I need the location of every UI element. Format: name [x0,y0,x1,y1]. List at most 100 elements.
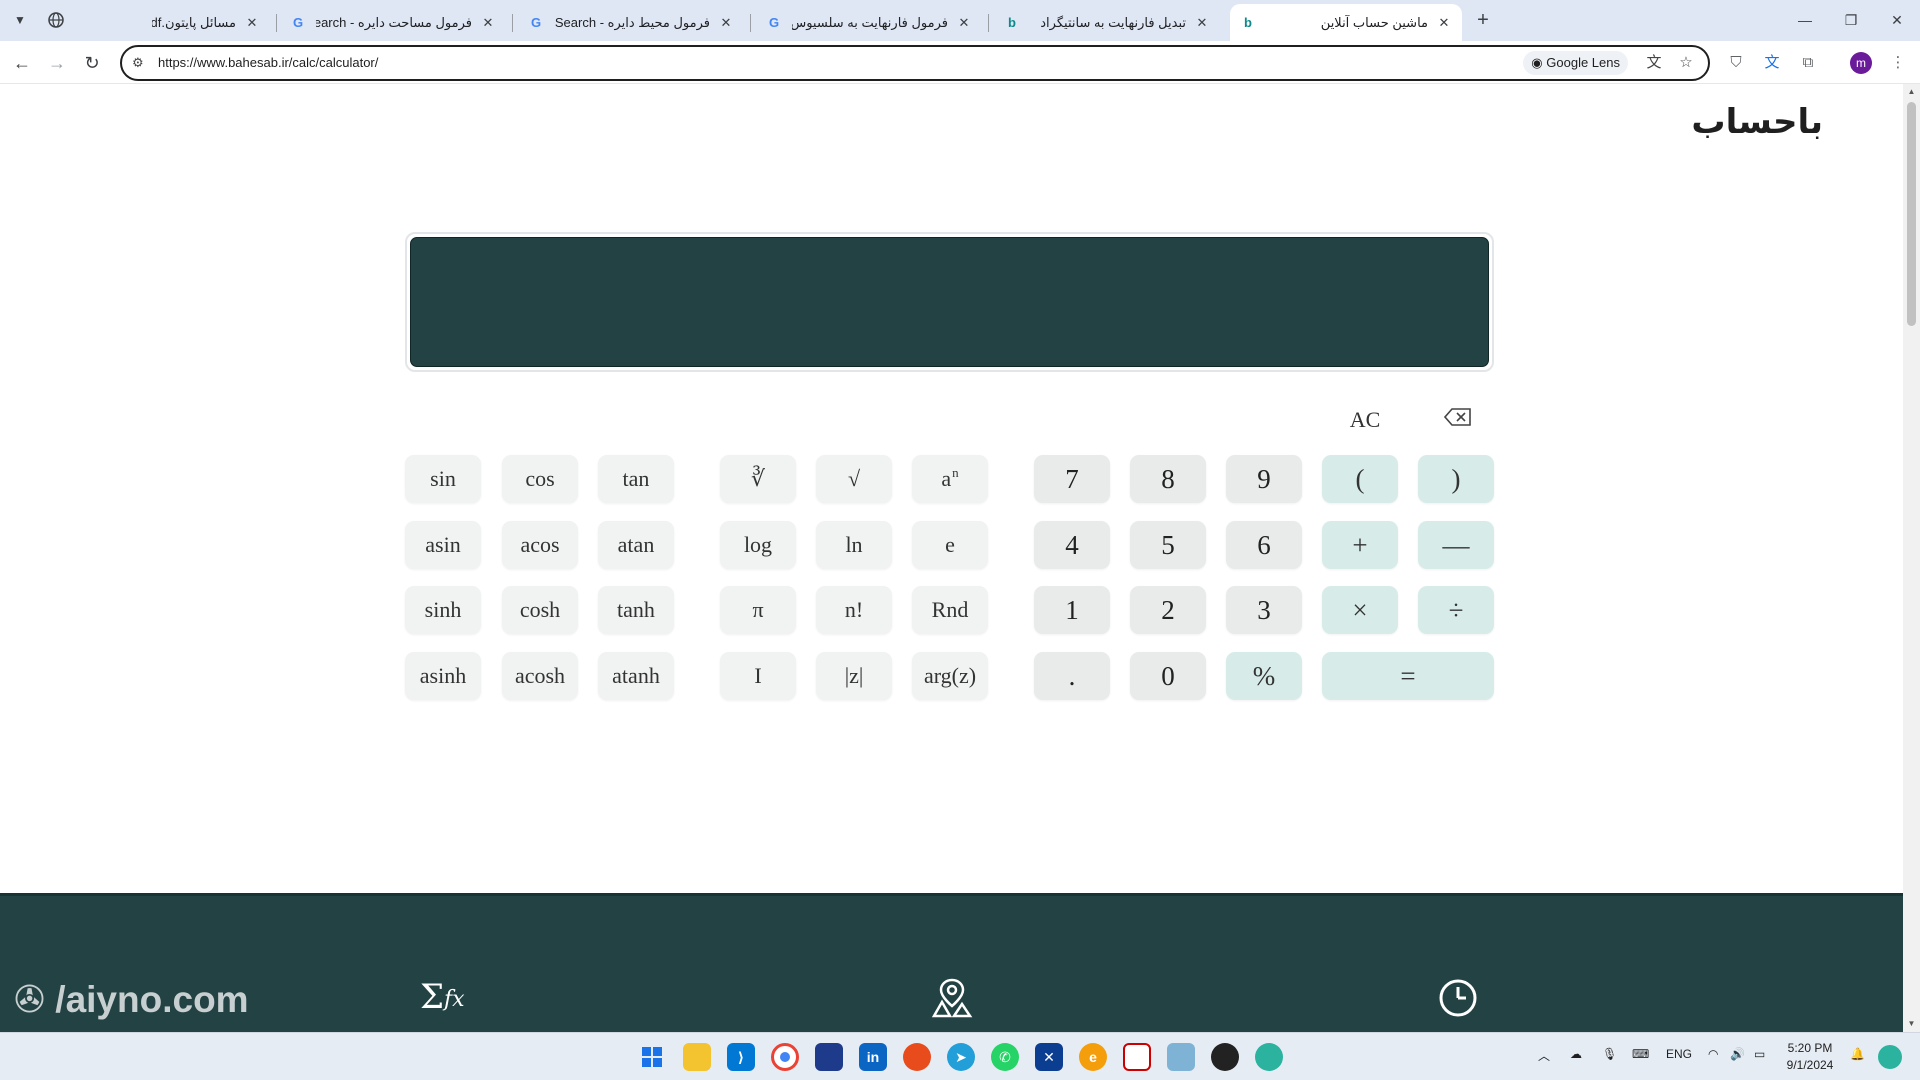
more-menu-icon[interactable]: ⋮ [1886,51,1910,75]
key-atanh[interactable]: atanh [598,652,674,700]
key-0[interactable]: 0 [1130,652,1206,700]
app-dark-icon[interactable] [1211,1043,1239,1071]
key-factorial[interactable]: n! [816,586,892,634]
whatsapp-icon[interactable]: ✆ [991,1043,1019,1071]
site-info-icon[interactable]: ⚙ [132,55,150,73]
calculator-display[interactable] [410,237,1489,367]
tab-f-to-c[interactable]: G فرمول فارنهایت به سلسیوس - Search ✕ [756,4,982,41]
app-teal-icon[interactable] [1255,1043,1283,1071]
photos-icon[interactable] [815,1043,843,1071]
close-icon[interactable]: ✕ [718,15,734,31]
key-pi[interactable]: π [720,586,796,634]
google-lens-button[interactable]: ◉ Google Lens [1523,51,1628,75]
clock-icon[interactable] [1436,976,1480,1020]
close-icon[interactable]: ✕ [1436,15,1452,31]
microphone-icon[interactable]: 🎙 [1602,1047,1617,1061]
key-8[interactable]: 8 [1130,455,1206,503]
key-percent[interactable]: % [1226,652,1302,700]
forward-button[interactable]: → [43,49,71,77]
app-yellow-icon[interactable]: e [1079,1043,1107,1071]
close-window-button[interactable]: ✕ [1882,8,1912,32]
start-button[interactable] [638,1043,666,1071]
key-minus[interactable]: — [1418,521,1494,569]
vscode-icon[interactable]: ⟩ [727,1043,755,1071]
close-icon[interactable]: ✕ [244,15,260,31]
page-scrollbar[interactable]: ▲ ▼ [1903,84,1920,1032]
key-cube-root[interactable]: ∛ [720,455,796,503]
tab-online-calculator[interactable]: b ماشین حساب آنلاین ✕ [1230,4,1462,41]
linkedin-icon[interactable]: in [859,1043,887,1071]
key-equals[interactable]: = [1322,652,1494,700]
formula-icon[interactable]: Σfx [420,976,465,1020]
close-icon[interactable]: ✕ [1194,15,1210,31]
key-cosh[interactable]: cosh [502,586,578,634]
key-1[interactable]: 1 [1034,586,1110,634]
key-sinh[interactable]: sinh [405,586,481,634]
minimize-button[interactable]: — [1790,8,1820,32]
battery-icon[interactable]: ▭ [1754,1047,1765,1061]
chrome-icon[interactable] [771,1043,799,1071]
map-pin-icon[interactable] [930,976,974,1020]
app-blue-icon[interactable]: ✕ [1035,1043,1063,1071]
copilot-icon[interactable] [1878,1045,1902,1069]
wifi-icon[interactable]: ◠ [1708,1047,1718,1061]
tab-circle-perimeter[interactable]: G فرمول محیط دایره - Google Search ✕ [518,4,744,41]
key-close-paren[interactable]: ) [1418,455,1494,503]
key-asinh[interactable]: asinh [405,652,481,700]
tab-circle-area[interactable]: G فرمول مساحت دایره - Google Search ✕ [280,4,506,41]
key-imaginary[interactable]: I [720,652,796,700]
back-button[interactable]: ← [8,49,36,77]
tab-f-to-centigrade[interactable]: b تبدیل فارنهایت به سانتیگراد ✕ [994,4,1220,41]
address-bar[interactable]: ⚙ https://www.bahesab.ir/calc/calculator… [120,45,1710,81]
url-text[interactable]: https://www.bahesab.ir/calc/calculator/ [158,55,378,70]
key-asin[interactable]: asin [405,521,481,569]
notification-bell-icon[interactable]: 🔔 [1850,1047,1865,1061]
system-clock[interactable]: 5:20 PM 9/1/2024 [1772,1040,1848,1074]
key-6[interactable]: 6 [1226,521,1302,569]
cloud-icon[interactable]: ☁ [1570,1047,1582,1061]
key-square-root[interactable]: √ [816,455,892,503]
app-orange-icon[interactable] [903,1043,931,1071]
key-absolute[interactable]: |z| [816,652,892,700]
keyboard-icon[interactable]: ⌨ [1632,1047,1649,1061]
profile-avatar[interactable]: m [1850,52,1872,74]
close-icon[interactable]: ✕ [480,15,496,31]
key-7[interactable]: 7 [1034,455,1110,503]
input-language[interactable]: ENG [1666,1047,1692,1061]
key-2[interactable]: 2 [1130,586,1206,634]
file-explorer-icon[interactable] [683,1043,711,1071]
key-cos[interactable]: cos [502,455,578,503]
app-monitor-icon[interactable] [1167,1043,1195,1071]
volume-icon[interactable]: 🔊 [1730,1047,1745,1061]
tray-overflow-icon[interactable]: ︿ [1538,1047,1550,1064]
key-4[interactable]: 4 [1034,521,1110,569]
key-sin[interactable]: sin [405,455,481,503]
telegram-icon[interactable]: ➤ [947,1043,975,1071]
scroll-down-arrow[interactable]: ▼ [1903,1016,1920,1032]
key-e[interactable]: e [912,521,988,569]
key-acosh[interactable]: acosh [502,652,578,700]
key-power[interactable]: an [912,455,988,503]
app-red-icon[interactable] [1123,1043,1151,1071]
shield-extension-icon[interactable]: ⛉ [1724,51,1748,75]
restore-button[interactable]: ❐ [1836,8,1866,32]
new-tab-button[interactable]: + [1470,8,1496,34]
key-tanh[interactable]: tanh [598,586,674,634]
pinned-tab[interactable] [44,8,68,32]
translate-extension-icon[interactable]: 文 [1760,51,1784,75]
key-acos[interactable]: acos [502,521,578,569]
close-icon[interactable]: ✕ [956,15,972,31]
backspace-button[interactable] [1440,402,1476,438]
reload-button[interactable]: ↻ [78,49,106,77]
site-logo[interactable]: باحساب [1691,102,1823,142]
key-9[interactable]: 9 [1226,455,1302,503]
key-3[interactable]: 3 [1226,586,1302,634]
key-atan[interactable]: atan [598,521,674,569]
puzzle-extensions-icon[interactable]: ⧉ [1796,51,1820,75]
scroll-up-arrow[interactable]: ▲ [1903,84,1920,100]
key-tan[interactable]: tan [598,455,674,503]
scroll-thumb[interactable] [1907,102,1916,326]
tab-python-pdf[interactable]: مسائل پایتون.pdf ✕ [142,4,270,41]
key-open-paren[interactable]: ( [1322,455,1398,503]
clear-all-button[interactable]: AC [1340,402,1390,438]
